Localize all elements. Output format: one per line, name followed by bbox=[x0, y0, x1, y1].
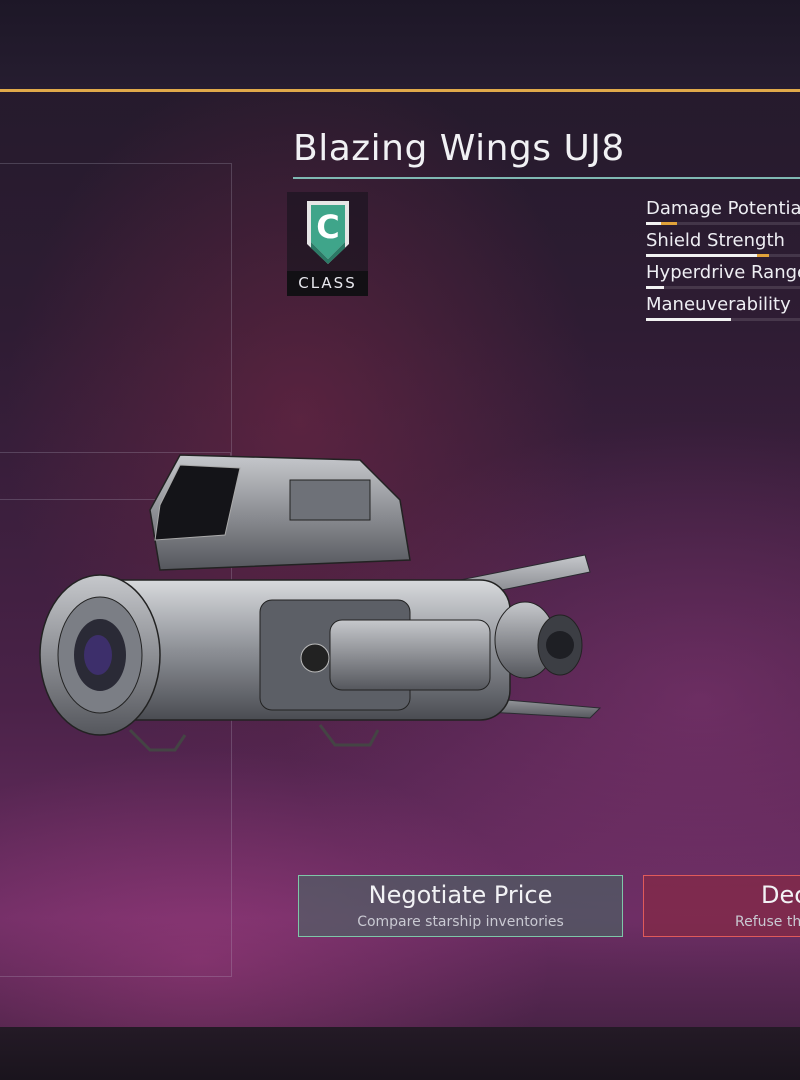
stats-panel: Damage Potential Shield Strength Hyperdriv… bbox=[646, 198, 800, 326]
stat-bar-bonus bbox=[661, 222, 677, 225]
decline-title: Decline bbox=[761, 881, 800, 909]
bottom-band bbox=[0, 1027, 800, 1080]
decline-button[interactable]: Decline Refuse the offer bbox=[643, 875, 800, 937]
top-accent-rule bbox=[0, 89, 800, 92]
stat-bar-fill bbox=[646, 222, 662, 225]
class-label: CLASS bbox=[287, 271, 368, 296]
stat-row: Damage Potential bbox=[646, 198, 800, 230]
decline-subtitle: Refuse the offer bbox=[735, 914, 800, 930]
stat-bar bbox=[646, 254, 800, 257]
stat-bar-fill bbox=[646, 318, 731, 321]
starship-model bbox=[39, 454, 602, 752]
stat-row: Maneuverability bbox=[646, 294, 800, 326]
stat-bar-bonus bbox=[756, 254, 770, 257]
stat-row: Shield Strength bbox=[646, 230, 800, 262]
stat-bar-fill bbox=[646, 254, 757, 257]
negotiate-price-button[interactable]: Negotiate Price Compare starship invento… bbox=[298, 875, 623, 937]
stat-bar-fill bbox=[646, 286, 665, 289]
stat-bar bbox=[646, 286, 800, 289]
stat-label: Shield Strength bbox=[646, 230, 785, 251]
stat-bar bbox=[646, 318, 800, 321]
stat-bar bbox=[646, 222, 800, 225]
stat-label: Maneuverability bbox=[646, 294, 791, 315]
stat-label: Hyperdrive Range bbox=[646, 262, 800, 283]
class-badge: C CLASS bbox=[287, 192, 368, 296]
svg-text:C: C bbox=[316, 208, 339, 246]
title-underline bbox=[293, 177, 800, 179]
stat-row: Hyperdrive Range bbox=[646, 262, 800, 294]
stat-label: Damage Potential bbox=[646, 198, 800, 219]
ship-name: Blazing Wings UJ8 bbox=[293, 128, 625, 169]
negotiate-subtitle: Compare starship inventories bbox=[357, 914, 564, 930]
class-c-icon: C bbox=[307, 201, 349, 264]
negotiate-title: Negotiate Price bbox=[368, 881, 553, 909]
top-band bbox=[0, 0, 800, 90]
